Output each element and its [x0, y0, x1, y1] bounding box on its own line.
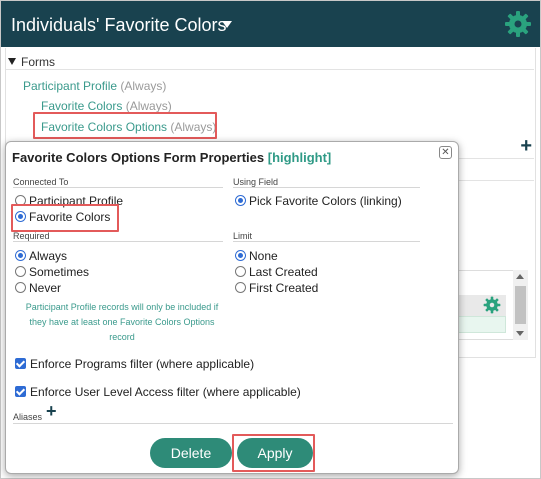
divider [233, 187, 420, 188]
required-note: Participant Profile records will only be… [25, 302, 219, 342]
delete-button[interactable]: Delete [150, 438, 232, 468]
divider [6, 69, 534, 70]
list-row[interactable] [456, 316, 506, 333]
divider [458, 158, 534, 159]
tree-item-name: Participant Profile [23, 79, 118, 93]
close-icon[interactable]: ✕ [439, 146, 452, 159]
radio-selected[interactable] [235, 250, 246, 261]
radio-unselected[interactable] [235, 266, 246, 277]
divider [13, 423, 453, 424]
tree-item-qualifier: (Always) [120, 79, 167, 93]
divider [13, 241, 223, 242]
highlight-box-connected-to [11, 204, 119, 232]
tree-item-favorite-colors[interactable]: Favorite Colors (Always) [41, 99, 172, 113]
radio-label: Always [29, 249, 68, 263]
radio-label: Never [29, 281, 62, 295]
radio-label: Last Created [249, 265, 318, 279]
radio-unselected[interactable] [15, 266, 26, 277]
limit-option-last-created[interactable]: Last Created [235, 265, 318, 279]
radio-label: None [249, 249, 278, 263]
app-header: Individuals' Favorite Colors [1, 1, 540, 47]
forms-section-toggle[interactable]: Forms [8, 55, 55, 69]
limit-option-none[interactable]: None [235, 249, 278, 263]
tree-item-qualifier: (Always) [125, 99, 172, 113]
radio-selected[interactable] [235, 195, 246, 206]
divider [13, 187, 223, 188]
checkbox-checked[interactable] [15, 358, 26, 369]
checkbox-label: Enforce User Level Access filter (where … [30, 385, 301, 399]
enforce-user-level-access-checkbox[interactable]: Enforce User Level Access filter (where … [15, 385, 301, 399]
scroll-up-arrow-icon[interactable] [516, 274, 524, 279]
required-option-always[interactable]: Always [15, 249, 67, 263]
scrollbar[interactable] [513, 270, 528, 340]
triangle-down-icon [8, 58, 16, 65]
tree-item-name: Favorite Colors [41, 99, 123, 113]
background-list [452, 270, 514, 340]
title-dropdown-caret-icon[interactable] [222, 21, 232, 28]
connected-to-label: Connected To [13, 177, 69, 187]
required-option-sometimes[interactable]: Sometimes [15, 265, 89, 279]
aliases-label: Aliases [13, 412, 43, 422]
radio-unselected[interactable] [235, 282, 246, 293]
radio-unselected[interactable] [15, 282, 26, 293]
limit-option-first-created[interactable]: First Created [235, 281, 318, 295]
radio-label: First Created [249, 281, 319, 295]
page-title[interactable]: Individuals' Favorite Colors [11, 15, 227, 36]
enforce-programs-filter-checkbox[interactable]: Enforce Programs filter (where applicabl… [15, 357, 254, 371]
scroll-down-arrow-icon[interactable] [516, 331, 524, 336]
dialog-title: Favorite Colors Options Form Properties … [12, 150, 331, 165]
dialog-title-text: Favorite Colors Options Form Properties [12, 150, 265, 165]
gear-icon[interactable] [483, 296, 501, 314]
limit-label: Limit [233, 231, 253, 241]
scroll-thumb[interactable] [515, 286, 526, 324]
add-form-plus-icon[interactable]: + [520, 136, 532, 156]
checkbox-label: Enforce Programs filter (where applicabl… [30, 357, 255, 371]
radio-label: Pick Favorite Colors (linking) [249, 194, 402, 208]
form-properties-dialog: Favorite Colors Options Form Properties … [5, 141, 459, 474]
forms-section-label: Forms [21, 55, 55, 69]
using-field-option[interactable]: Pick Favorite Colors (linking) [235, 194, 402, 208]
required-option-never[interactable]: Never [15, 281, 61, 295]
gear-icon[interactable] [504, 10, 532, 38]
using-field-label: Using Field [233, 177, 279, 187]
required-label: Required [13, 231, 50, 241]
add-alias-plus-icon[interactable]: + [46, 402, 57, 420]
highlight-box-apply [232, 434, 315, 472]
checkbox-checked[interactable] [15, 386, 26, 397]
divider [458, 180, 534, 181]
radio-label: Sometimes [29, 265, 90, 279]
highlight-box-tree-item [33, 112, 217, 139]
tree-item-participant-profile[interactable]: Participant Profile (Always) [23, 79, 166, 93]
divider [233, 241, 420, 242]
dialog-title-tag: [highlight] [267, 150, 332, 165]
radio-selected[interactable] [15, 250, 26, 261]
